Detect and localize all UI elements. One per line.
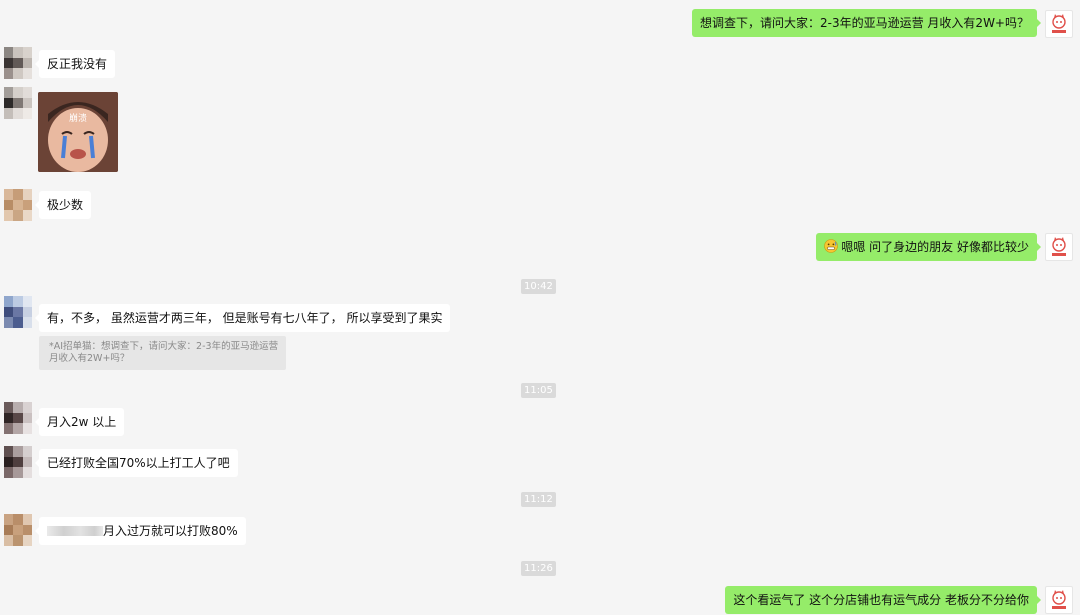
redacted-mention	[47, 526, 103, 536]
message-bubble-outgoing[interactable]: 嗯嗯 问了身边的朋友 好像都比较少	[816, 233, 1041, 261]
message-bubble-outgoing[interactable]: 想调查下，请问大家：2-3年的亚马逊运营 月收入有2W+吗？	[692, 9, 1041, 37]
time-divider: 11:12	[521, 492, 556, 507]
message-text: 想调查下，请问大家：2-3年的亚马逊运营 月收入有2W+吗？	[700, 16, 1029, 30]
quoted-text-line: 月收入有2W+吗？	[49, 353, 130, 364]
time-divider: 10:42	[521, 279, 556, 294]
sticker-caption: 崩溃	[68, 114, 87, 124]
contact-avatar[interactable]	[4, 189, 32, 221]
time-divider: 11:26	[521, 561, 556, 576]
message-bubble-incoming[interactable]: 极少数	[34, 191, 92, 219]
message-text: 月入过万就可以打败80%	[103, 524, 238, 538]
message-text: 月入2w 以上	[47, 415, 117, 429]
my-avatar[interactable]	[1045, 586, 1073, 614]
message-bubble-incoming[interactable]: 月入过万就可以打败80%	[35, 517, 246, 545]
cat-logo-icon	[1052, 14, 1066, 33]
contact-avatar[interactable]	[4, 514, 32, 546]
message-text: 这个看运气了 这个分店铺也有运气成分 老板分不分给你	[733, 593, 1029, 607]
contact-avatar[interactable]	[4, 402, 32, 434]
contact-avatar[interactable]	[4, 296, 32, 328]
crying-child-sticker-image	[38, 92, 118, 172]
quoted-message[interactable]: *AI招单猫：想调查下，请问大家：2-3年的亚马逊运营 月收入有2W+吗？	[39, 336, 286, 370]
message-text: 极少数	[47, 198, 84, 212]
crying-child-sticker[interactable]: 崩溃	[38, 92, 118, 172]
contact-avatar[interactable]	[4, 87, 32, 119]
cat-logo-icon	[1052, 590, 1066, 609]
time-divider: 11:05	[521, 383, 556, 398]
contact-avatar[interactable]	[4, 446, 32, 478]
cat-logo-icon	[1052, 237, 1066, 256]
message-bubble-incoming[interactable]: 反正我没有	[34, 50, 116, 78]
contact-avatar[interactable]	[4, 47, 32, 79]
message-text: 反正我没有	[47, 57, 108, 71]
message-text: 有，不多， 虽然运营才两三年， 但是账号有七八年了， 所以享受到了果实	[47, 311, 443, 325]
message-bubble-incoming[interactable]: 有，不多， 虽然运营才两三年， 但是账号有七八年了， 所以享受到了果实	[34, 304, 451, 332]
message-text: 已经打败全国70%以上打工人了吧	[47, 456, 230, 470]
quoted-text-line: *AI招单猫：想调查下，请问大家：2-3年的亚马逊运营	[49, 341, 279, 352]
message-bubble-incoming[interactable]: 月入2w 以上	[34, 408, 125, 436]
message-bubble-outgoing[interactable]: 这个看运气了 这个分店铺也有运气成分 老板分不分给你	[725, 586, 1041, 614]
my-avatar[interactable]	[1045, 233, 1073, 261]
message-bubble-incoming[interactable]: 已经打败全国70%以上打工人了吧	[35, 449, 238, 477]
my-avatar[interactable]	[1045, 10, 1073, 38]
message-text: 嗯嗯 问了身边的朋友 好像都比较少	[841, 240, 1029, 254]
grimace-emoji-icon	[824, 239, 839, 253]
